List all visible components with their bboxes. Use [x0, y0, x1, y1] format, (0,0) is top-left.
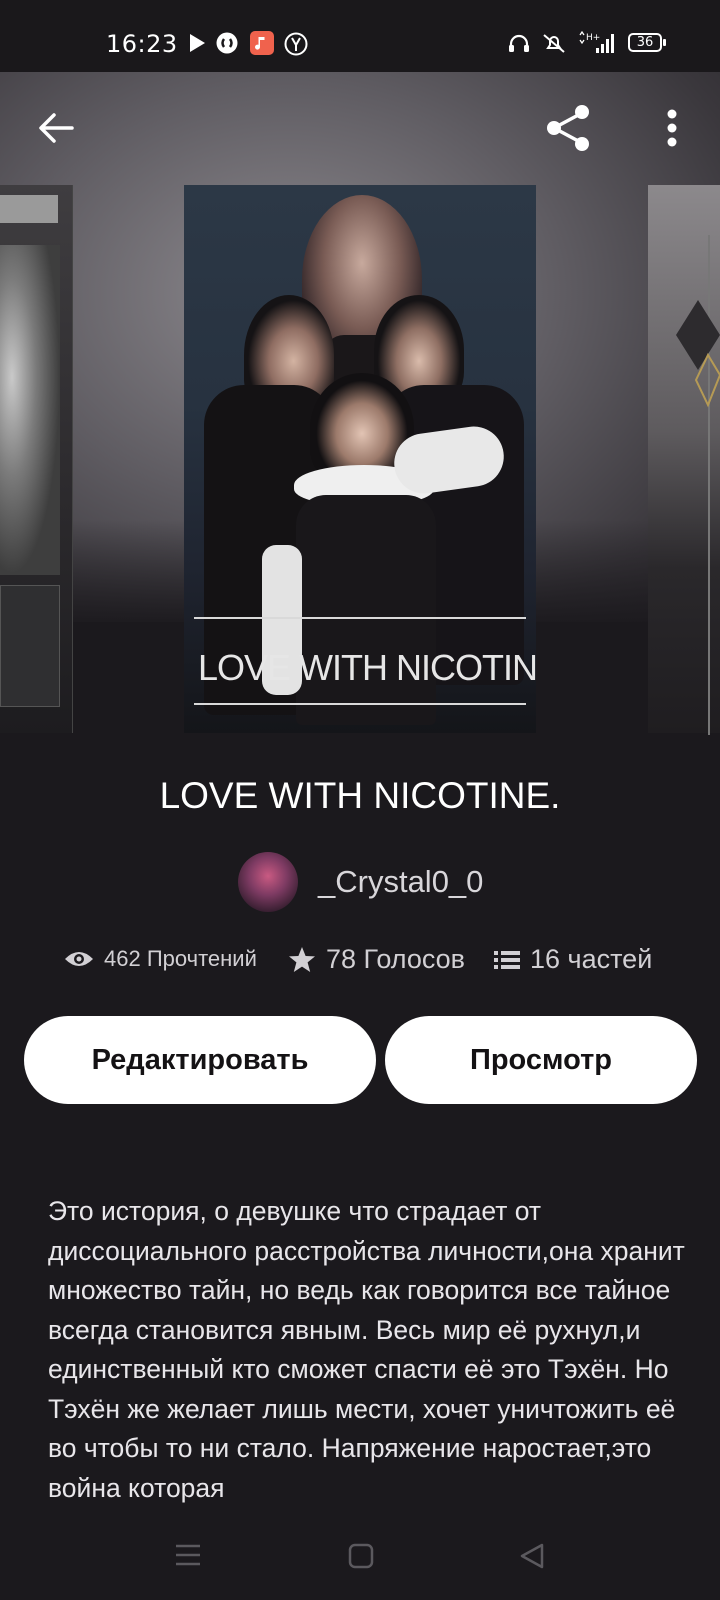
story-stats: 462 Прочтений 78 Голосов 16 частей [0, 944, 720, 988]
battery-icon: 36 [628, 33, 662, 52]
status-bar: 16:23 H+ 36 [0, 0, 720, 72]
headphones-icon [509, 34, 529, 52]
list-icon [494, 950, 520, 969]
share-button[interactable] [542, 102, 594, 154]
cover-image [676, 300, 720, 408]
yandex-icon [284, 32, 308, 56]
star-icon [289, 946, 315, 972]
share-icon [547, 105, 589, 151]
votes-stat: 78 Голосов [288, 944, 465, 975]
more-vertical-icon [667, 109, 677, 147]
story-cover[interactable]: LOVE WITH NICOTINE. [184, 185, 536, 733]
home-icon[interactable] [347, 1542, 375, 1570]
svg-text:H+: H+ [586, 33, 600, 43]
battery-tip [663, 39, 666, 46]
reads-stat: 462 Прочтений [64, 946, 257, 972]
parts-stat: 16 частей [494, 944, 652, 975]
next-story-cover[interactable] [648, 185, 720, 735]
signal-icon: H+ [579, 31, 614, 53]
status-time: 16:23 [106, 30, 178, 58]
shazam-icon [216, 32, 238, 54]
back-button[interactable] [36, 108, 76, 148]
previous-story-cover[interactable] [0, 185, 73, 733]
more-menu-button[interactable] [660, 106, 684, 154]
play-icon [190, 34, 205, 52]
music-app-icon [250, 31, 274, 55]
cover-figure [296, 495, 436, 725]
cover-divider [194, 617, 526, 619]
author-link[interactable]: _Crystal0_0 [238, 852, 638, 912]
back-nav-icon[interactable] [518, 1542, 546, 1570]
cover-image [0, 245, 60, 575]
cover-decoration [0, 195, 58, 223]
edit-button[interactable]: Редактировать [24, 1016, 376, 1104]
story-description: Это история, о девушке что страдает от д… [48, 1196, 685, 1503]
author-name[interactable]: _Crystal0_0 [318, 864, 483, 900]
recent-apps-icon[interactable] [174, 1542, 202, 1568]
view-button[interactable]: Просмотр [385, 1016, 697, 1104]
votes-count: 78 Голосов [326, 944, 466, 974]
author-avatar[interactable] [238, 852, 298, 912]
parts-count: 16 частей [530, 944, 653, 974]
story-title: LOVE WITH NICOTINE. [159, 775, 561, 816]
reads-count: 462 Прочтений [104, 946, 257, 971]
cover-decoration [0, 585, 60, 707]
arrow-left-icon [39, 113, 74, 143]
cover-title: LOVE WITH NICOTINE. [198, 647, 536, 688]
eye-icon [65, 952, 93, 966]
cover-divider [194, 703, 526, 705]
mute-icon [543, 34, 565, 53]
